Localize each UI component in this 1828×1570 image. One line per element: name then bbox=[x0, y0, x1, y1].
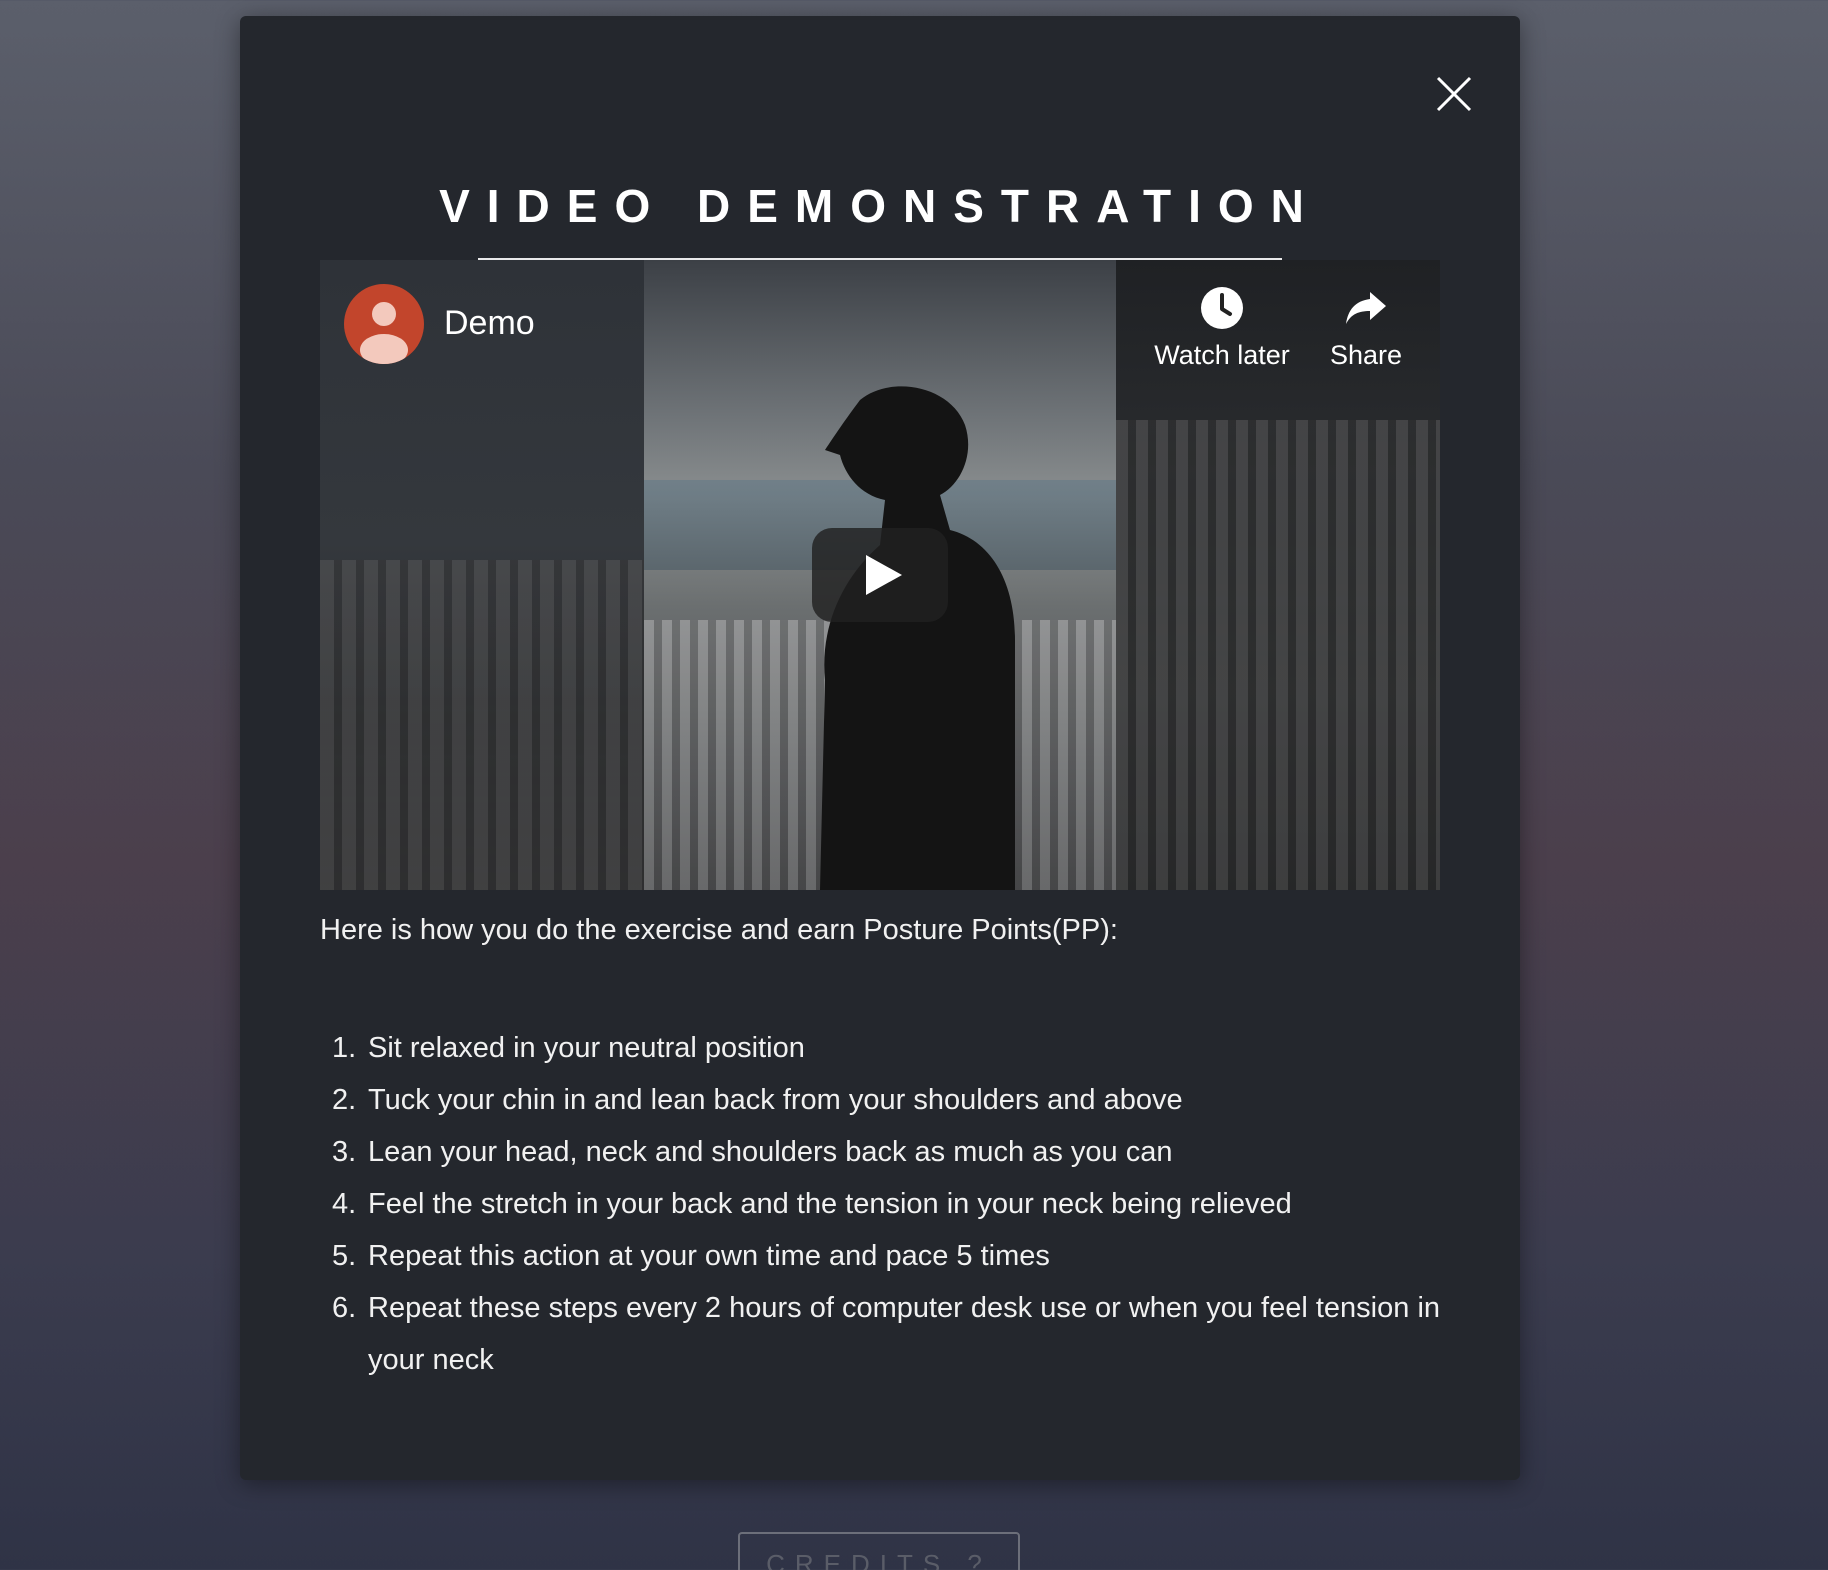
play-button[interactable] bbox=[812, 528, 948, 622]
channel-avatar[interactable] bbox=[344, 284, 424, 364]
step-number: 5. bbox=[332, 1240, 357, 1272]
step-number: 1. bbox=[332, 1032, 357, 1064]
play-icon bbox=[866, 555, 902, 595]
instructions-intro: Here is how you do the exercise and earn… bbox=[320, 914, 1118, 946]
step-number: 3. bbox=[332, 1136, 357, 1168]
step-text: Feel the stretch in your back and the te… bbox=[368, 1188, 1292, 1220]
list-item: 3. Lean your head, neck and shoulders bac… bbox=[320, 1126, 1450, 1178]
step-text: Repeat this action at your own time and … bbox=[368, 1240, 1050, 1272]
list-item: 2. Tuck your chin in and lean back from y… bbox=[320, 1074, 1450, 1126]
list-item: 5. Repeat this action at your own time an… bbox=[320, 1230, 1450, 1282]
list-item: 6. Repeat these steps every 2 hours of co… bbox=[320, 1282, 1450, 1386]
share-label: Share bbox=[1329, 340, 1403, 370]
step-text: Repeat these steps every 2 hours of comp… bbox=[368, 1292, 1441, 1376]
modal-title: VIDEO DEMONSTRATION bbox=[439, 180, 1321, 232]
list-item: 4. Feel the stretch in your back and the … bbox=[320, 1178, 1450, 1230]
video-thumbnail-buildings-right bbox=[1116, 420, 1440, 890]
step-text: Lean your head, neck and shoulders back … bbox=[368, 1136, 1173, 1168]
share-arrow-icon bbox=[1346, 292, 1386, 324]
step-number: 6. bbox=[332, 1292, 357, 1324]
person-silhouette bbox=[820, 386, 1015, 890]
channel-name[interactable]: Demo bbox=[444, 302, 535, 344]
close-button[interactable] bbox=[1432, 72, 1476, 116]
watch-later-button[interactable]: Watch later bbox=[1142, 284, 1302, 372]
instruction-steps: 1. Sit relaxed in your neutral position 2… bbox=[320, 1022, 1450, 1386]
step-number: 4. bbox=[332, 1188, 357, 1220]
user-icon bbox=[360, 302, 408, 364]
close-icon bbox=[1436, 76, 1472, 112]
list-item: 1. Sit relaxed in your neutral position bbox=[320, 1022, 1450, 1074]
video-thumbnail-buildings-left bbox=[320, 560, 644, 890]
step-text: Sit relaxed in your neutral position bbox=[368, 1032, 805, 1064]
video-player[interactable]: Demo Watch later Share bbox=[320, 260, 1440, 890]
share-button[interactable]: Share bbox=[1316, 284, 1416, 372]
step-number: 2. bbox=[332, 1084, 357, 1116]
step-text: Tuck your chin in and lean back from you… bbox=[368, 1084, 1183, 1116]
credits-button[interactable]: CREDITS ? bbox=[738, 1532, 1020, 1570]
video-demo-modal: VIDEO DEMONSTRATION Demo Watch later Sha… bbox=[240, 16, 1520, 1480]
clock-icon bbox=[1201, 287, 1243, 329]
watch-later-label: Watch later bbox=[1154, 340, 1290, 370]
